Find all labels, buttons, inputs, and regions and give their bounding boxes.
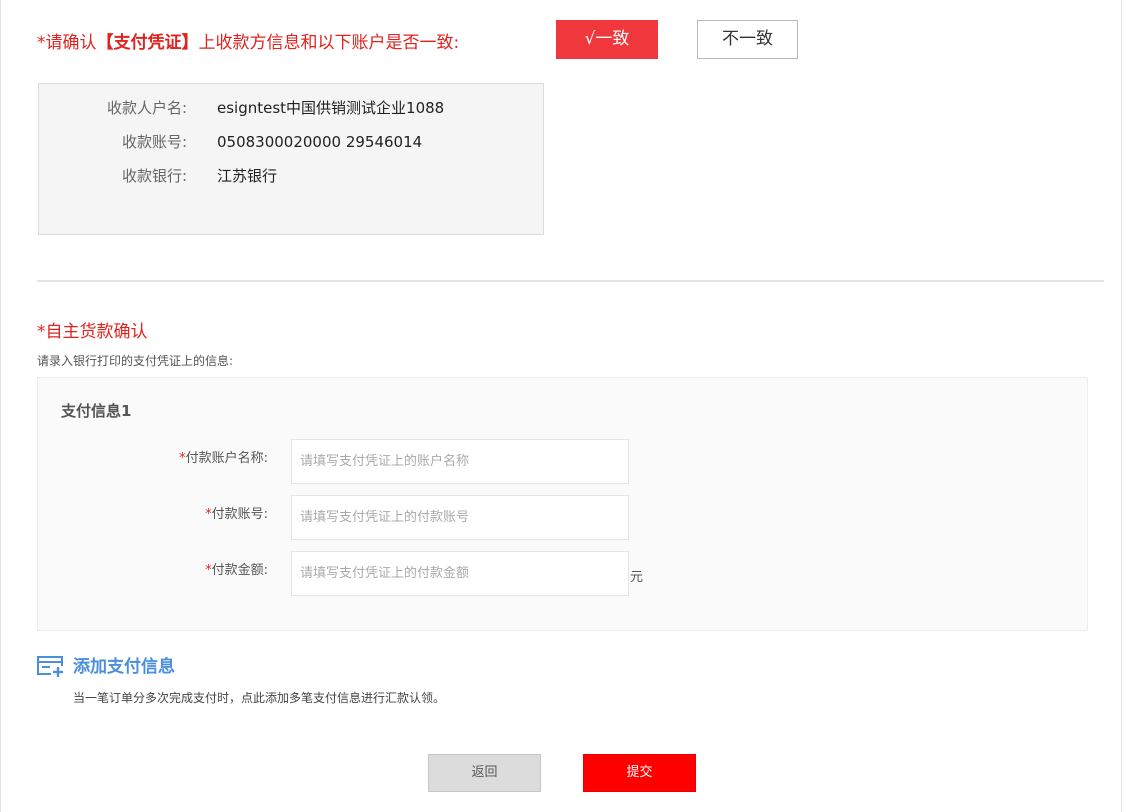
inconsistent-button[interactable]: 不一致 — [697, 20, 798, 59]
payee-bank-value: 江苏银行 — [217, 167, 278, 185]
add-payment-info-label: 添加支付信息 — [73, 657, 175, 677]
payer-account-name-label: *付款账户名称: — [38, 447, 268, 466]
submit-button[interactable]: 提交 — [583, 754, 696, 792]
payee-name-value: esigntest中国供销测试企业1088 — [217, 99, 445, 117]
payment-amount-input[interactable] — [291, 551, 629, 596]
payment-amount-label-text: 付款金额: — [211, 563, 268, 578]
consistent-button[interactable]: √一致 — [556, 20, 658, 59]
payer-account-number-label: *付款账号: — [38, 503, 268, 522]
payment-amount-label: *付款金额: — [38, 559, 268, 578]
payee-row-account: 收款账号: 0508300020000 29546014 — [39, 130, 539, 154]
payer-account-number-label-text: 付款账号: — [211, 507, 268, 522]
page-frame: *请确认【支付凭证】上收款方信息和以下账户是否一致: √一致 不一致 收款人户名… — [0, 0, 1122, 812]
self-confirm-title: *自主货款确认 — [37, 322, 148, 342]
payee-account-value: 0508300020000 29546014 — [217, 133, 423, 151]
payee-name-label: 收款人户名: — [106, 99, 187, 117]
self-confirm-instruction: 请录入银行打印的支付凭证上的信息: — [37, 354, 234, 368]
confirm-highlight: 【支付凭证】 — [96, 33, 199, 53]
section-divider — [37, 280, 1104, 282]
payment-info-panel: 支付信息1 *付款账户名称: *付款账号: *付款金额: 元 — [37, 377, 1088, 631]
confirm-question: *请确认【支付凭证】上收款方信息和以下账户是否一致: — [37, 28, 459, 53]
add-list-icon — [37, 656, 65, 678]
confirm-suffix: 上收款方信息和以下账户是否一致: — [198, 33, 460, 53]
payee-account-label: 收款账号: — [121, 133, 187, 151]
payee-info-box: 收款人户名: esigntest中国供销测试企业1088 收款账号: 05083… — [38, 83, 544, 235]
add-payment-hint: 当一笔订单分多次完成支付时，点此添加多笔支付信息进行汇款认领。 — [73, 691, 446, 705]
back-button[interactable]: 返回 — [428, 754, 541, 792]
amount-unit: 元 — [630, 570, 644, 585]
payer-account-name-label-text: 付款账户名称: — [185, 451, 268, 466]
payer-account-number-input[interactable] — [291, 495, 629, 540]
payment-info-title: 支付信息1 — [61, 402, 132, 420]
payer-account-name-input[interactable] — [291, 439, 629, 484]
payee-row-name: 收款人户名: esigntest中国供销测试企业1088 — [39, 96, 539, 120]
payee-bank-label: 收款银行: — [121, 167, 187, 185]
confirm-prefix: *请确认 — [37, 33, 97, 53]
payee-row-bank: 收款银行: 江苏银行 — [39, 164, 539, 188]
